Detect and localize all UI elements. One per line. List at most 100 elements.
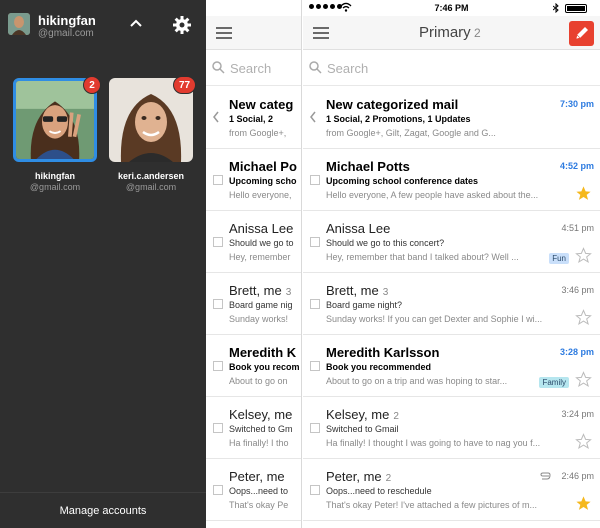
sender: Anissa Lee xyxy=(229,221,294,236)
sender: Brett, me 3 xyxy=(229,283,299,298)
select-checkbox[interactable] xyxy=(213,175,223,185)
table-row[interactable]: Brett, me 3 3:46 pm Board game night? Sun… xyxy=(303,273,600,335)
chevron-up-icon[interactable] xyxy=(128,15,144,31)
list-item[interactable]: Anissa Lee Should we go to Hey, remember xyxy=(206,211,301,273)
star-icon[interactable] xyxy=(575,495,592,512)
menu-icon[interactable] xyxy=(216,27,232,39)
thread-count: 3 xyxy=(382,287,389,298)
current-account-email: @gmail.com xyxy=(38,28,94,39)
subject: Switched to Gm xyxy=(229,424,293,434)
select-checkbox[interactable] xyxy=(310,299,320,309)
snippet: That's okay Peter! I've attached a few p… xyxy=(326,500,538,510)
snippet: Hey, remember xyxy=(229,252,291,262)
select-checkbox[interactable] xyxy=(310,423,320,433)
subject: Should we go to this concert? xyxy=(326,238,445,248)
account-card-keri[interactable]: 77 keri.c.andersen @gmail.com xyxy=(109,76,197,192)
account-email: @gmail.com xyxy=(29,182,81,192)
list-item[interactable]: Peter, me Oops...need to That's okay Pe xyxy=(206,459,301,521)
search-icon xyxy=(212,61,225,74)
star-icon[interactable] xyxy=(575,309,592,326)
sender: Kelsey, me 2 xyxy=(326,407,399,422)
select-checkbox[interactable] xyxy=(310,175,320,185)
select-checkbox[interactable] xyxy=(213,299,223,309)
timestamp: 3:28 pm xyxy=(559,347,594,357)
account-card-hikingfan[interactable]: 2 hikingfan @gmail.com xyxy=(13,76,101,192)
list-item[interactable]: Brett, me 3 Board game nig Sunday works! xyxy=(206,273,301,335)
list-item[interactable]: New categ 1 Social, 2 from Google+, xyxy=(206,87,301,149)
search-input[interactable]: Search xyxy=(327,61,368,76)
timestamp: 7:30 pm xyxy=(559,99,594,109)
subject: Oops...need to xyxy=(229,486,289,496)
gear-icon[interactable] xyxy=(172,15,192,35)
unread-count-badge: 77 xyxy=(173,76,197,94)
sender: Anissa Lee xyxy=(326,221,391,236)
subject: Upcoming scho xyxy=(229,176,297,186)
snippet: from Google+, Gilt, Zagat, Google and G.… xyxy=(326,128,496,138)
table-row[interactable]: Michael Potts 4:52 pm Upcoming school co… xyxy=(303,149,600,211)
sender: Kelsey, me xyxy=(229,407,293,422)
star-icon[interactable] xyxy=(575,185,592,202)
table-row[interactable]: Meredith Karlsson 3:28 pm Book you recom… xyxy=(303,335,600,397)
list-item[interactable]: Meredith K Book you recom About to go on xyxy=(206,335,301,397)
table-row[interactable]: Kelsey, me 2 3:24 pm Switched to Gmail Ha… xyxy=(303,397,600,459)
sender: New categ xyxy=(229,97,294,112)
compose-button[interactable] xyxy=(569,21,594,46)
sender: Peter, me 2 xyxy=(326,469,391,484)
select-checkbox[interactable] xyxy=(310,485,320,495)
table-row[interactable]: New categorized mail 7:30 pm 1 Social, 2… xyxy=(303,87,600,149)
bluetooth-icon xyxy=(553,3,559,13)
subject: 1 Social, 2 xyxy=(229,114,274,124)
manage-accounts-button[interactable]: Manage accounts xyxy=(0,492,206,528)
inbox-pane-partial: Search New categ 1 Social, 2 from Google… xyxy=(206,0,302,528)
drawer-header[interactable]: hikingfan @gmail.com xyxy=(0,0,206,50)
snippet: Hey, remember that band I talked about? … xyxy=(326,252,519,262)
account-name: keri.c.andersen xyxy=(117,171,185,181)
select-checkbox[interactable] xyxy=(213,485,223,495)
star-icon[interactable] xyxy=(575,433,592,450)
subject: Board game night? xyxy=(326,300,403,310)
star-icon[interactable] xyxy=(575,371,592,388)
search-bar[interactable]: Search xyxy=(206,50,301,86)
table-row[interactable]: Peter, me 2 2:46 pm Oops...need to resche… xyxy=(303,459,600,521)
pencil-icon xyxy=(575,27,588,40)
table-row[interactable]: Anissa Lee 4:51 pm Should we go to this … xyxy=(303,211,600,273)
current-account-name: hikingfan xyxy=(38,13,96,28)
snippet: from Google+, xyxy=(229,128,287,138)
sender: Meredith Karlsson xyxy=(326,345,440,360)
select-checkbox[interactable] xyxy=(310,237,320,247)
snippet: Ha finally! I thought I was going to hav… xyxy=(326,438,541,448)
select-checkbox[interactable] xyxy=(213,423,223,433)
snippet: Sunday works! xyxy=(229,314,289,324)
unread-count-badge: 2 xyxy=(83,76,101,94)
select-checkbox[interactable] xyxy=(310,361,320,371)
select-checkbox[interactable] xyxy=(213,237,223,247)
label-badge: Fun xyxy=(549,253,569,264)
list-item[interactable]: Kelsey, me Switched to Gm Ha finally! I … xyxy=(206,397,301,459)
status-bar xyxy=(206,0,301,16)
sender-name: Brett, me xyxy=(229,283,282,298)
chevron-left-icon xyxy=(310,111,316,123)
inbox-pane: 7:46 PM Primary 2 Search New categorized… xyxy=(303,0,600,528)
subject: Should we go to xyxy=(229,238,294,248)
status-bar: 7:46 PM xyxy=(303,0,600,16)
subject: Switched to Gmail xyxy=(326,424,399,434)
search-icon xyxy=(309,61,322,74)
timestamp: 4:52 pm xyxy=(559,161,594,171)
search-input[interactable]: Search xyxy=(230,61,271,76)
sender: New categorized mail xyxy=(326,97,459,112)
star-icon[interactable] xyxy=(575,247,592,264)
select-checkbox[interactable] xyxy=(213,361,223,371)
menu-icon[interactable] xyxy=(313,27,329,39)
list-item[interactable]: Michael Po Upcoming scho Hello everyone, xyxy=(206,149,301,211)
sender: Peter, me xyxy=(229,469,285,484)
subject: Book you recom xyxy=(229,362,299,372)
timestamp: 3:46 pm xyxy=(561,285,594,295)
search-bar[interactable]: Search xyxy=(303,50,600,86)
sender: Meredith K xyxy=(229,345,297,360)
current-account-avatar xyxy=(8,13,30,35)
timestamp: 3:24 pm xyxy=(561,409,594,419)
snippet: Hello everyone, xyxy=(229,190,292,200)
subject: Oops...need to reschedule xyxy=(326,486,432,496)
account-drawer: hikingfan @gmail.com 2 hikingfan @gmail.… xyxy=(0,0,206,528)
snippet: Hello everyone, A few people have asked … xyxy=(326,190,539,200)
